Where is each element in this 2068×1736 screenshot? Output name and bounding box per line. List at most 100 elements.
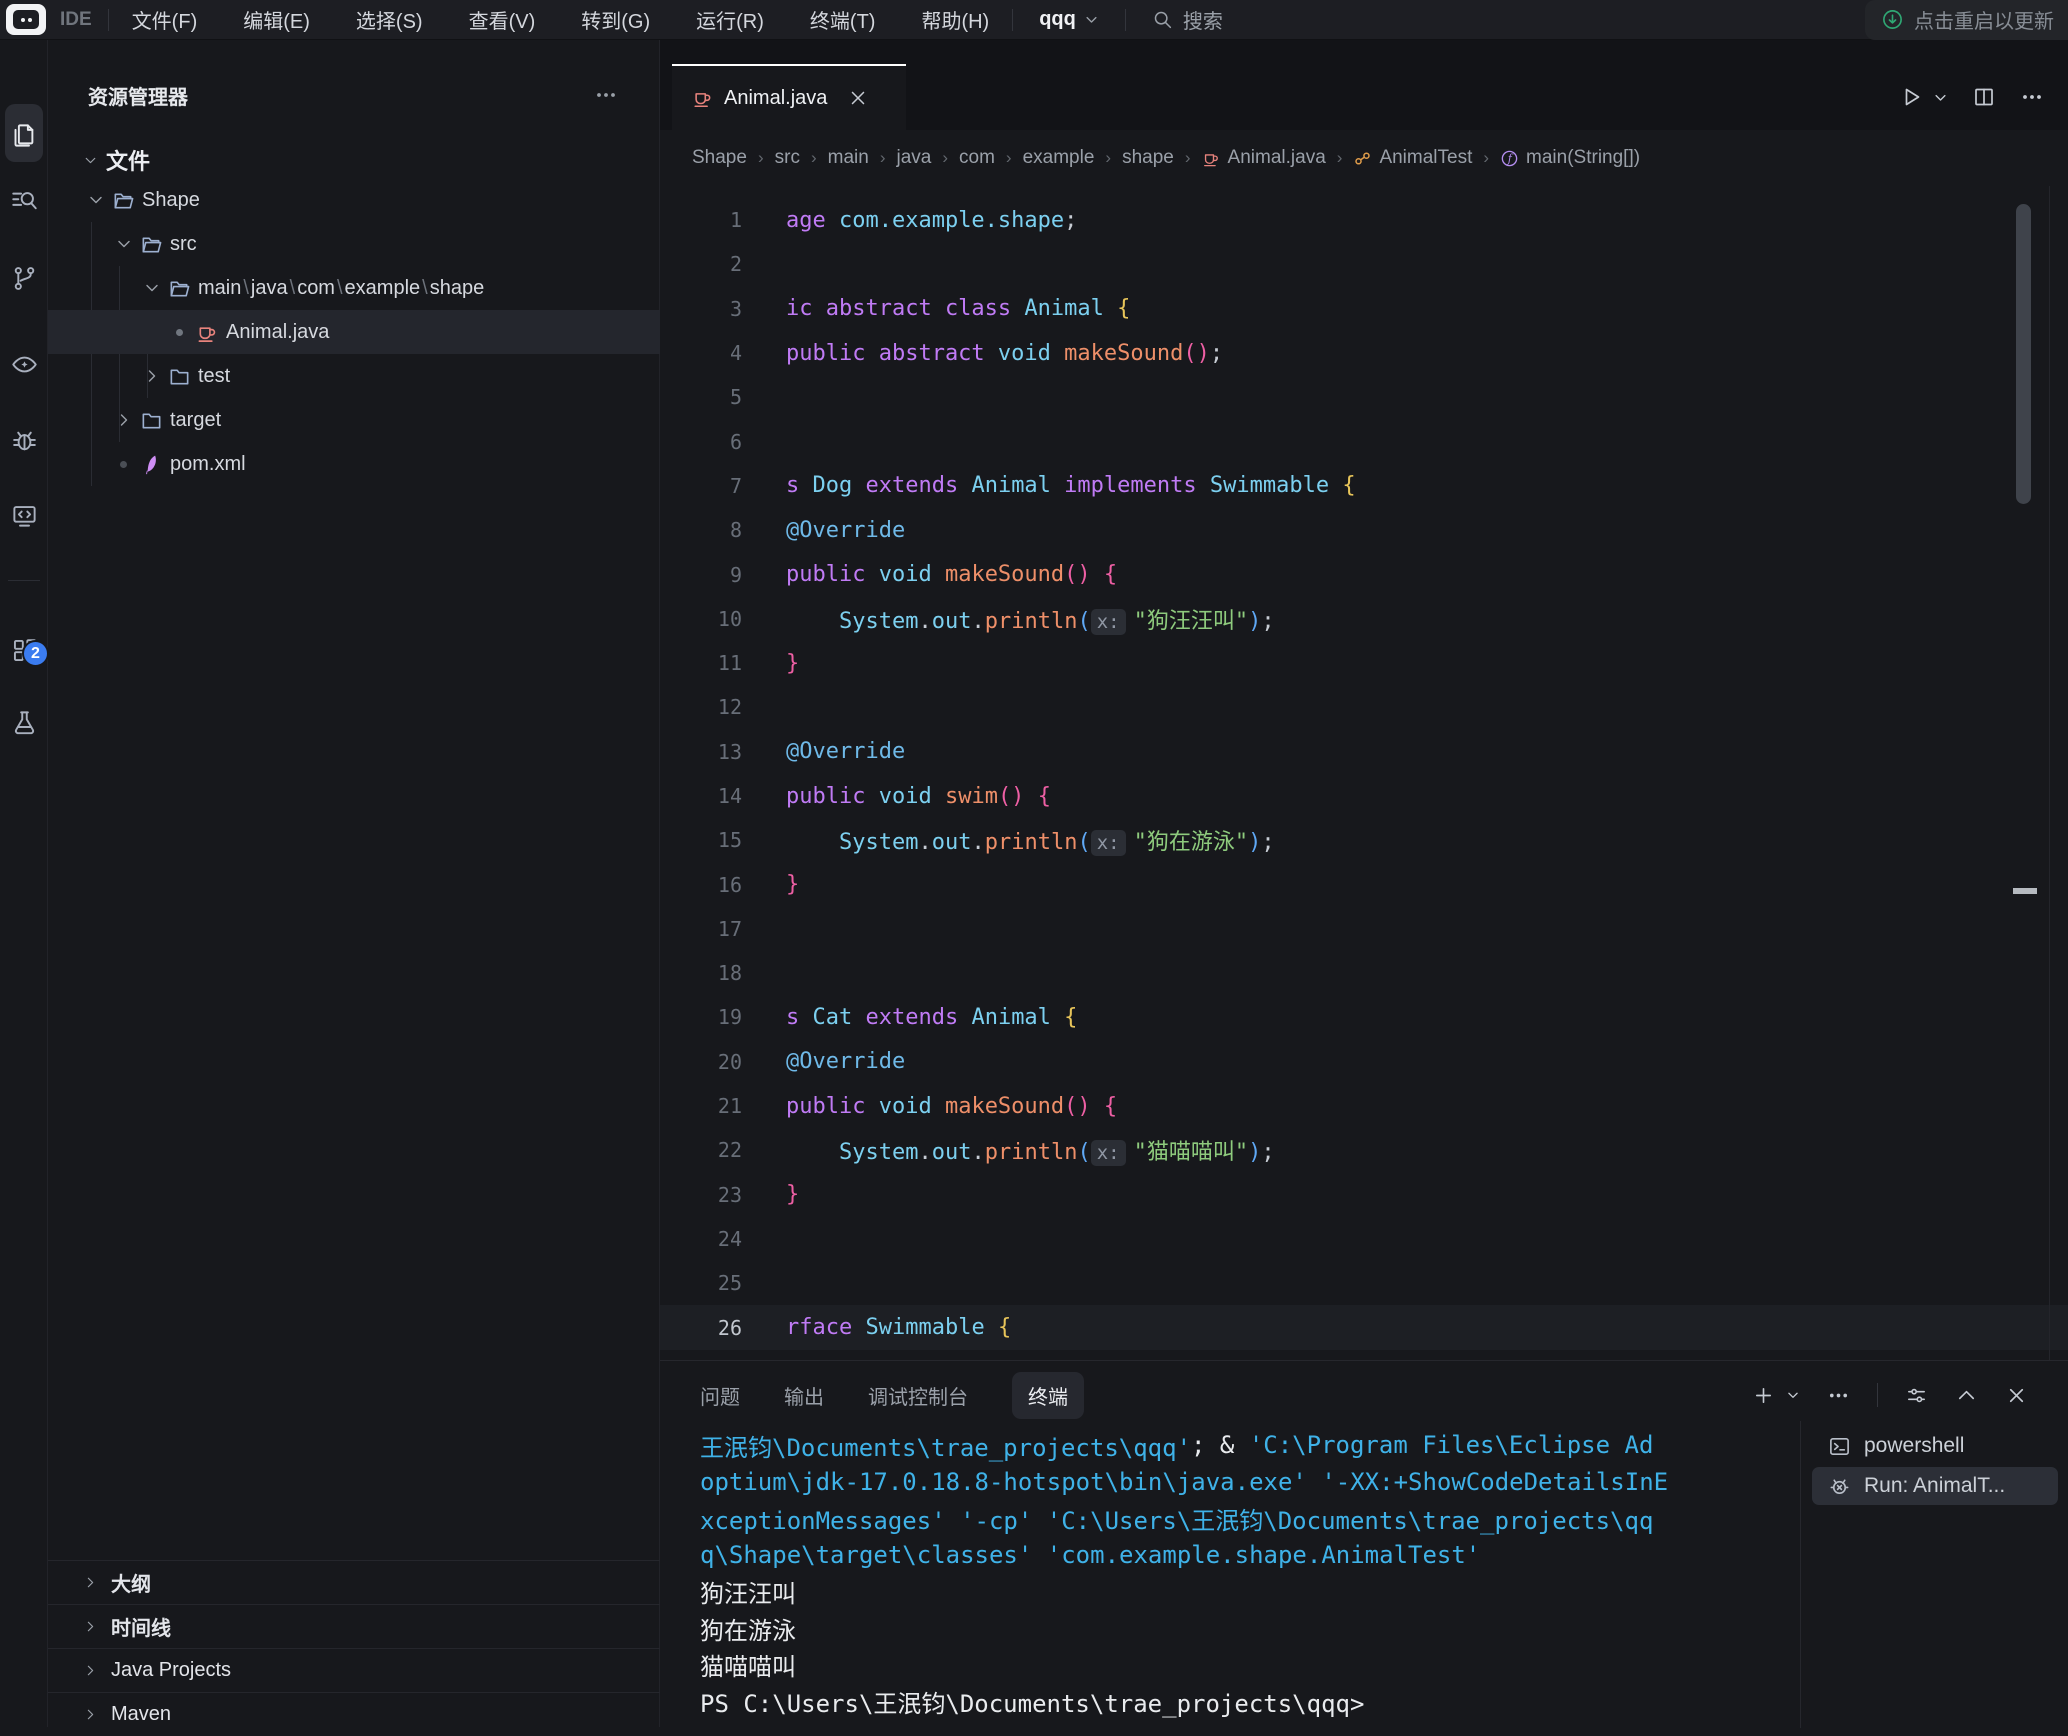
code-line-22[interactable]: 22 System.out.println(x:"猫喵喵叫"); xyxy=(660,1128,2068,1172)
divider xyxy=(1012,9,1013,31)
menu-item[interactable]: 帮助(H) xyxy=(898,5,1012,34)
breadcrumb-item[interactable]: AnimalTest xyxy=(1353,147,1472,169)
menu-item[interactable]: 终端(T) xyxy=(787,5,899,34)
tree-item-src[interactable]: src xyxy=(48,222,660,266)
activity-monitor-code[interactable] xyxy=(0,491,48,539)
code-line-23[interactable]: 23} xyxy=(660,1173,2068,1217)
activity-bug[interactable] xyxy=(0,416,48,464)
terminal-line: 狗汪汪叫 xyxy=(700,1573,1800,1610)
code-line-13[interactable]: 13@Override xyxy=(660,730,2068,774)
code-line-15[interactable]: 15 System.out.println(x:"狗在游泳"); xyxy=(660,818,2068,862)
line-number: 25 xyxy=(660,1271,742,1295)
panel-tab-终端[interactable]: 终端 xyxy=(1012,1372,1084,1419)
code-line-10[interactable]: 10 System.out.println(x:"狗汪汪叫"); xyxy=(660,597,2068,641)
code-line-24[interactable]: 24 xyxy=(660,1217,2068,1261)
code-line-6[interactable]: 6 xyxy=(660,419,2068,463)
line-number: 18 xyxy=(660,961,742,985)
code-line-17[interactable]: 17 xyxy=(660,907,2068,951)
restart-update-button[interactable]: 点击重启以更新 xyxy=(1865,0,2068,40)
terminal-session-run-animalt-[interactable]: Run: AnimalT... xyxy=(1812,1467,2058,1505)
folder-open-icon xyxy=(140,233,163,256)
more-actions-icon[interactable] xyxy=(594,83,618,107)
panel-tab-问题[interactable]: 问题 xyxy=(700,1381,740,1410)
code-line-18[interactable]: 18 xyxy=(660,951,2068,995)
code-line-1[interactable]: 1age com.example.shape; xyxy=(660,198,2068,242)
activity-files[interactable] xyxy=(0,111,48,159)
code-line-11[interactable]: 11} xyxy=(660,641,2068,685)
breadcrumb-item[interactable]: main xyxy=(828,147,869,169)
more-actions-icon[interactable] xyxy=(2020,85,2044,109)
inlay-hint: x: xyxy=(1091,1140,1126,1166)
vertical-scrollbar[interactable] xyxy=(2016,204,2031,504)
tree-item-animal.java[interactable]: Animal.java xyxy=(48,310,660,354)
breadcrumb-item[interactable]: src xyxy=(775,147,800,169)
chevron-right-icon xyxy=(114,410,134,430)
code-line-4[interactable]: 4public abstract void makeSound(); xyxy=(660,331,2068,375)
code-line-19[interactable]: 19s Cat extends Animal { xyxy=(660,995,2068,1039)
run-icon[interactable] xyxy=(1899,85,1923,109)
code-line-14[interactable]: 14public void swim() { xyxy=(660,774,2068,818)
tree-item-pom.xml[interactable]: pom.xml xyxy=(48,442,660,486)
breadcrumb-item[interactable]: example xyxy=(1023,147,1095,169)
code-line-20[interactable]: 20@Override xyxy=(660,1040,2068,1084)
terminal-session-powershell[interactable]: powershell xyxy=(1812,1427,2058,1465)
activity-git-branch[interactable] xyxy=(0,254,48,302)
line-number: 5 xyxy=(660,385,742,409)
app-logo-icon[interactable] xyxy=(6,4,46,35)
code-line-16[interactable]: 16} xyxy=(660,862,2068,906)
code-line-25[interactable]: 25 xyxy=(660,1261,2068,1305)
panel-tab-输出[interactable]: 输出 xyxy=(784,1381,824,1410)
close-icon[interactable] xyxy=(847,87,869,109)
tree-item-main-java-com-example-shape[interactable]: main\java\com\example\shape xyxy=(48,266,660,310)
sidebar-section-maven[interactable]: Maven xyxy=(48,1692,660,1736)
breadcrumb-item[interactable]: Shape xyxy=(692,147,747,169)
code-line-26[interactable]: 26rface Swimmable { xyxy=(660,1305,2068,1349)
breadcrumb-item[interactable]: shape xyxy=(1122,147,1174,169)
activity-search[interactable] xyxy=(0,177,48,225)
tree-item-test[interactable]: test xyxy=(48,354,660,398)
sidebar-section-大纲[interactable]: 大纲 xyxy=(48,1560,660,1604)
menu-item[interactable]: 运行(R) xyxy=(673,5,787,34)
menu-item[interactable]: 选择(S) xyxy=(333,5,446,34)
maximize-panel-icon[interactable] xyxy=(1955,1384,1978,1407)
terminal-output[interactable]: 王泯钧\Documents\trae_projects\qqq'; & 'C:\… xyxy=(700,1427,1800,1720)
breadcrumb-item[interactable]: Animal.java xyxy=(1202,147,1326,169)
breadcrumb-item[interactable]: java xyxy=(896,147,931,169)
sidebar-section-时间线[interactable]: 时间线 xyxy=(48,1604,660,1648)
menu-item[interactable]: 查看(V) xyxy=(446,5,559,34)
activity-eye-sparkle[interactable] xyxy=(0,340,48,388)
update-label: 点击重启以更新 xyxy=(1914,5,2054,34)
tree-item-shape[interactable]: Shape xyxy=(48,178,660,222)
sidebar-section-label: Maven xyxy=(111,1703,171,1726)
breadcrumb-item[interactable]: fmain(String[]) xyxy=(1500,147,1640,169)
workspace-switcher[interactable]: qqq xyxy=(1039,8,1099,31)
code-line-8[interactable]: 8@Override xyxy=(660,508,2068,552)
run-dropdown-chevron-icon[interactable] xyxy=(1933,90,1948,105)
activity-flask[interactable] xyxy=(0,698,48,746)
code-line-3[interactable]: 3ic abstract class Animal { xyxy=(660,287,2068,331)
code-line-2[interactable]: 2 xyxy=(660,242,2068,286)
files-section-header[interactable]: 文件 xyxy=(48,140,660,180)
terminal-profile-chevron-icon[interactable] xyxy=(1786,1388,1800,1402)
code-line-7[interactable]: 7s Dog extends Animal implements Swimmab… xyxy=(660,464,2068,508)
menu-item[interactable]: 文件(F) xyxy=(109,5,221,34)
tree-item-target[interactable]: target xyxy=(48,398,660,442)
code-line-12[interactable]: 12 xyxy=(660,685,2068,729)
menu-item[interactable]: 转到(G) xyxy=(558,5,673,34)
menu-item[interactable]: 编辑(E) xyxy=(220,5,333,34)
code-editor[interactable]: 1age com.example.shape;23ic abstract cla… xyxy=(660,186,2068,1360)
code-line-9[interactable]: 9public void makeSound() { xyxy=(660,552,2068,596)
chevron-right-icon xyxy=(82,1706,99,1723)
global-search[interactable]: 搜索 xyxy=(1152,5,1223,34)
code-line-21[interactable]: 21public void makeSound() { xyxy=(660,1084,2068,1128)
breadcrumb-item[interactable]: com xyxy=(959,147,995,169)
more-actions-icon[interactable] xyxy=(1827,1384,1850,1407)
code-line-5[interactable]: 5 xyxy=(660,375,2068,419)
sidebar-section-java-projects[interactable]: Java Projects xyxy=(48,1648,660,1692)
new-terminal-icon[interactable] xyxy=(1752,1384,1775,1407)
split-editor-icon[interactable] xyxy=(1972,85,1996,109)
tab-animal-java[interactable]: Animal.java xyxy=(672,64,906,130)
panel-tab-调试控制台[interactable]: 调试控制台 xyxy=(868,1381,968,1410)
panel-settings-icon[interactable] xyxy=(1905,1384,1928,1407)
close-panel-icon[interactable] xyxy=(2005,1384,2028,1407)
